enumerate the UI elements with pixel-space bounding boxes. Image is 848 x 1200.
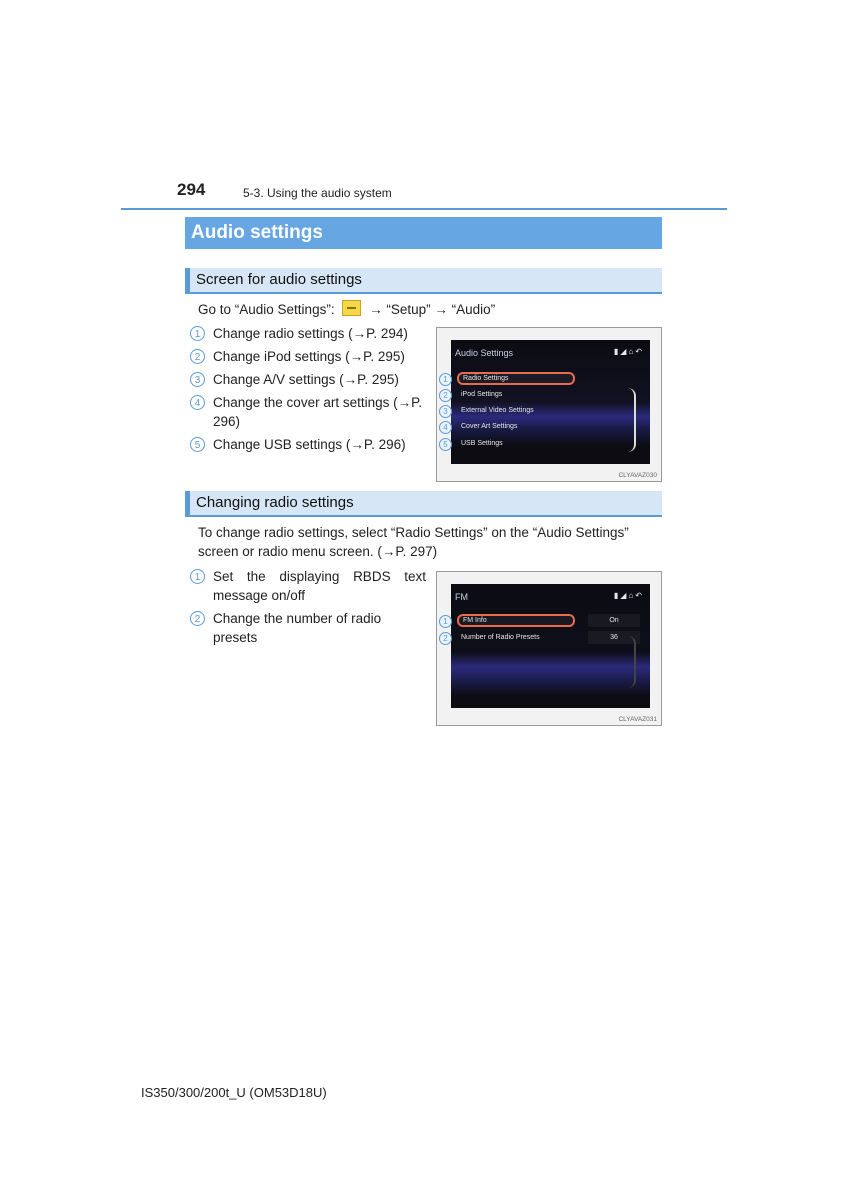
subheading-screen-for-audio: Screen for audio settings bbox=[185, 268, 662, 294]
number-badge: 1 bbox=[190, 326, 205, 341]
list-item: 2 Change the number of radio presets bbox=[190, 609, 426, 647]
footer-model-code: IS350/300/200t_U (OM53D18U) bbox=[141, 1085, 327, 1100]
subheading-changing-radio: Changing radio settings bbox=[185, 491, 662, 517]
list-item-text: Change iPod settings (→P. 295) bbox=[213, 349, 405, 364]
list-item-text: Set the displaying RBDS text message on/… bbox=[213, 569, 426, 603]
screen-row-cover-art-settings: Cover Art Settings bbox=[461, 423, 518, 430]
section-title: Audio settings bbox=[185, 217, 662, 249]
status-icons: ▮◢⌂↶ bbox=[613, 591, 644, 600]
chapter-title: 5-3. Using the audio system bbox=[243, 186, 392, 200]
list-item: 4 Change the cover art settings (→P. 296) bbox=[190, 393, 426, 431]
number-badge: 2 bbox=[190, 349, 205, 364]
number-badge: 5 bbox=[190, 437, 205, 452]
screen-title: Audio Settings bbox=[455, 348, 514, 358]
number-badge: 4 bbox=[190, 395, 205, 410]
callout-2: 2 bbox=[439, 389, 452, 402]
callout-2: 2 bbox=[439, 632, 452, 645]
screen-display: FM ▮◢⌂↶ FM Info On Number of Radio Prese… bbox=[451, 584, 650, 708]
screen-row-number-of-presets: Number of Radio Presets bbox=[461, 634, 540, 641]
callout-1: 1 bbox=[439, 615, 452, 628]
menu-button-icon bbox=[342, 300, 362, 316]
callout-3: 3 bbox=[439, 405, 452, 418]
scrollbar-indicator bbox=[628, 636, 636, 688]
radio-intro-text: To change radio settings, select “Radio … bbox=[198, 525, 629, 559]
audio-settings-list: 1 Change radio settings (→P. 294) 2 Change… bbox=[190, 324, 426, 458]
list-item: 1 Change radio settings (→P. 294) bbox=[190, 324, 426, 343]
fm-settings-screenshot: FM ▮◢⌂↶ FM Info On Number of Radio Prese… bbox=[436, 571, 662, 726]
screen-row-external-video-settings: External Video Settings bbox=[461, 407, 534, 414]
list-item: 2 Change iPod settings (→P. 295) bbox=[190, 347, 426, 366]
scrollbar-indicator bbox=[628, 388, 636, 452]
figure-code: CLYAVAZ030 bbox=[618, 472, 657, 479]
screen-row-ipod-settings: iPod Settings bbox=[461, 391, 503, 398]
number-badge: 2 bbox=[190, 611, 205, 626]
list-item: 1 Set the displaying RBDS text message on… bbox=[190, 567, 426, 605]
radio-settings-list: 1 Set the displaying RBDS text message on… bbox=[190, 567, 426, 651]
screen-row-usb-settings: USB Settings bbox=[461, 440, 503, 447]
callout-5: 5 bbox=[439, 438, 452, 451]
list-item-text: Change the cover art settings (→P. 296) bbox=[213, 395, 423, 429]
callout-4: 4 bbox=[439, 421, 452, 434]
list-item-text: Change the number of radio presets bbox=[213, 611, 382, 645]
list-item: 5 Change USB settings (→P. 296) bbox=[190, 435, 426, 454]
callout-1: 1 bbox=[439, 373, 452, 386]
number-badge: 1 bbox=[190, 569, 205, 584]
page-number: 294 bbox=[177, 180, 206, 199]
fm-info-value: On bbox=[588, 614, 640, 627]
list-item-text: Change USB settings (→P. 296) bbox=[213, 437, 406, 452]
figure-code: CLYAVAZ031 bbox=[618, 716, 657, 723]
audio-settings-screenshot: Audio Settings ▮◢⌂↶ Radio Settings iPod … bbox=[436, 327, 662, 482]
goto-instruction: Go to “Audio Settings”: → “Setup” → “Aud… bbox=[198, 300, 495, 319]
list-item: 3 Change A/V settings (→P. 295) bbox=[190, 370, 426, 389]
screen-row-radio-settings: Radio Settings bbox=[457, 372, 575, 385]
status-icons: ▮◢⌂↶ bbox=[613, 347, 644, 356]
list-item-text: Change radio settings (→P. 294) bbox=[213, 326, 408, 341]
screen-title: FM bbox=[455, 592, 468, 602]
number-badge: 3 bbox=[190, 372, 205, 387]
goto-prefix: Go to “Audio Settings”: bbox=[198, 302, 335, 317]
list-item-text: Change A/V settings (→P. 295) bbox=[213, 372, 399, 387]
page-header: 294 5-3. Using the audio system bbox=[121, 178, 727, 210]
goto-suffix: → “Setup” → “Audio” bbox=[369, 302, 496, 317]
screen-display: Audio Settings ▮◢⌂↶ Radio Settings iPod … bbox=[451, 340, 650, 464]
screen-row-fm-info: FM Info bbox=[457, 614, 575, 627]
